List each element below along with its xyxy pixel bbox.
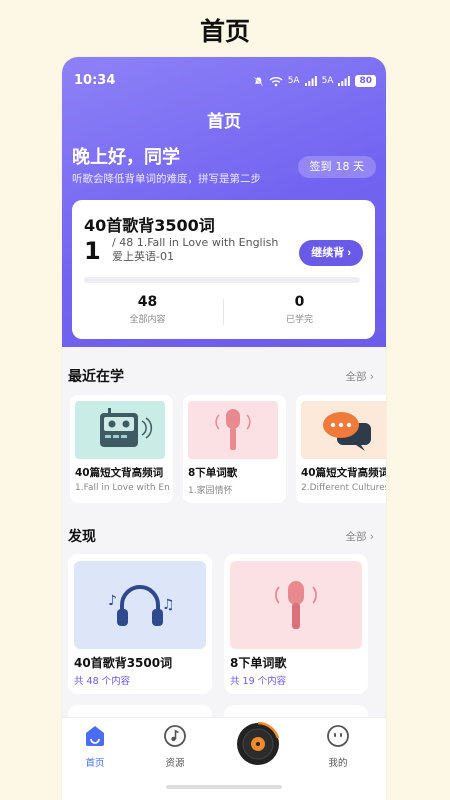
discover-section-title: 发现 xyxy=(68,529,96,545)
signin-label: 签到 xyxy=(309,160,332,173)
recent-section-title: 最近在学 xyxy=(68,369,124,385)
current-course-card[interactable]: 40首歌背3500词 1 / 48 1.Fall in Love with En… xyxy=(72,200,375,339)
recent-section-header: 最近在学 全部 › xyxy=(62,366,386,386)
recent-card-subtitle: 1.Fall in Love with English xyxy=(75,483,170,493)
music-note-icon xyxy=(164,725,186,747)
recent-card-title: 8下单词歌 xyxy=(188,467,238,479)
microphone-icon xyxy=(215,409,251,450)
vinyl-record-icon xyxy=(237,721,280,765)
recent-thumb xyxy=(188,401,278,459)
signal-label-b: 5A xyxy=(321,76,334,86)
greeting: 晚上好，同学 xyxy=(72,147,180,168)
recent-see-all-link[interactable]: 全部 › xyxy=(345,369,374,384)
recent-card[interactable]: 40篇短文背高频词 1.Fall in Love with English xyxy=(70,395,173,503)
discover-card-count: 共 19 个内容 xyxy=(230,676,287,687)
stat-done-value: 0 xyxy=(294,294,305,310)
status-icons: 5A 5A 80 xyxy=(253,75,376,87)
recent-card[interactable]: 8下单词歌 1.家园情怀 xyxy=(183,395,286,503)
signin-badge[interactable]: 签到 18 天 xyxy=(297,156,376,178)
tab-resources[interactable]: 资源 xyxy=(150,724,200,769)
recent-card-title: 40篇短文背高频词 xyxy=(75,467,164,479)
phone-screen: 10:34 5A 5A 80 首页 晚上好，同学 听歌会降低背单词的难度，拼写是… xyxy=(62,57,386,800)
discover-card-title: 40首歌背3500词 xyxy=(74,656,173,670)
stat-total-value: 48 xyxy=(137,294,158,310)
recent-card-title: 40篇短文背高频词 xyxy=(301,467,386,479)
signal-bars-icon xyxy=(338,76,351,86)
status-time: 10:34 xyxy=(74,73,116,88)
discover-thumb xyxy=(230,561,362,649)
battery-icon: 80 xyxy=(355,75,376,87)
status-bar: 10:34 5A 5A 80 xyxy=(62,57,386,97)
tab-profile-label: 我的 xyxy=(328,758,348,769)
stat-done-label: 已学完 xyxy=(285,315,313,325)
discover-card[interactable]: 8下单词歌 共 19 个内容 xyxy=(224,554,368,694)
lesson-subtitle: 爱上英语-01 xyxy=(112,250,174,263)
lesson-info: / 48 1.Fall in Love with English 爱上英语-01 xyxy=(112,236,278,264)
recent-card-subtitle: 1.家园情怀 xyxy=(188,486,233,496)
current-lesson-index: 1 xyxy=(84,237,101,265)
mute-bell-icon xyxy=(253,76,263,86)
svg-text:♪: ♪ xyxy=(108,593,117,609)
profile-face-icon xyxy=(327,725,349,747)
recent-card-subtitle: 2.Different Cultures xyxy=(301,483,386,493)
wifi-icon xyxy=(269,76,283,86)
cassette-player-icon xyxy=(100,408,153,447)
svg-text:♫: ♫ xyxy=(162,597,175,613)
course-stats: 48 全部内容 0 已学完 xyxy=(72,294,375,330)
discover-card-count: 共 48 个内容 xyxy=(74,676,131,687)
tab-home-label: 首页 xyxy=(85,758,105,769)
recent-thumb xyxy=(301,401,386,459)
home-icon xyxy=(86,726,104,746)
microphone-icon xyxy=(275,581,317,629)
discover-section-header: 发现 全部 › xyxy=(62,526,386,546)
tab-resources-label: 资源 xyxy=(165,758,185,769)
lesson-detail: / 48 1.Fall in Love with English xyxy=(112,236,279,249)
recent-list[interactable]: 40篇短文背高频词 1.Fall in Love with English 8下… xyxy=(70,395,386,503)
discover-card-title: 8下单词歌 xyxy=(230,656,287,670)
player-button[interactable] xyxy=(236,721,280,766)
stat-total: 48 全部内容 xyxy=(72,294,223,330)
discover-card[interactable]: ♪ ♫ 40首歌背3500词 共 48 个内容 xyxy=(68,554,212,694)
continue-button[interactable]: 继续背 › xyxy=(299,240,363,266)
tab-profile[interactable]: 我的 xyxy=(313,724,363,769)
nav-title: 首页 xyxy=(207,112,241,132)
greeting-subtitle: 听歌会降低背单词的难度，拼写是第二步 xyxy=(72,173,261,185)
recent-thumb xyxy=(75,401,165,459)
home-indicator xyxy=(166,785,282,789)
headphones-icon: ♪ ♫ xyxy=(108,585,175,626)
tab-home[interactable]: 首页 xyxy=(70,724,120,769)
stat-total-label: 全部内容 xyxy=(129,315,166,325)
discover-thumb: ♪ ♫ xyxy=(74,561,206,649)
course-title: 40首歌背3500词 xyxy=(84,216,215,235)
signin-days: 18 天 xyxy=(335,160,365,173)
discover-see-all-link[interactable]: 全部 › xyxy=(345,529,374,544)
signal-label-a: 5A xyxy=(287,76,300,86)
stat-done: 0 已学完 xyxy=(224,294,375,330)
progress-bar xyxy=(84,277,360,283)
signal-bars-icon xyxy=(304,76,317,86)
recent-card[interactable]: 40篇短文背高频词 2.Different Cultures xyxy=(296,395,386,503)
page-title: 首页 xyxy=(199,17,250,46)
chat-bubbles-icon xyxy=(323,412,371,451)
